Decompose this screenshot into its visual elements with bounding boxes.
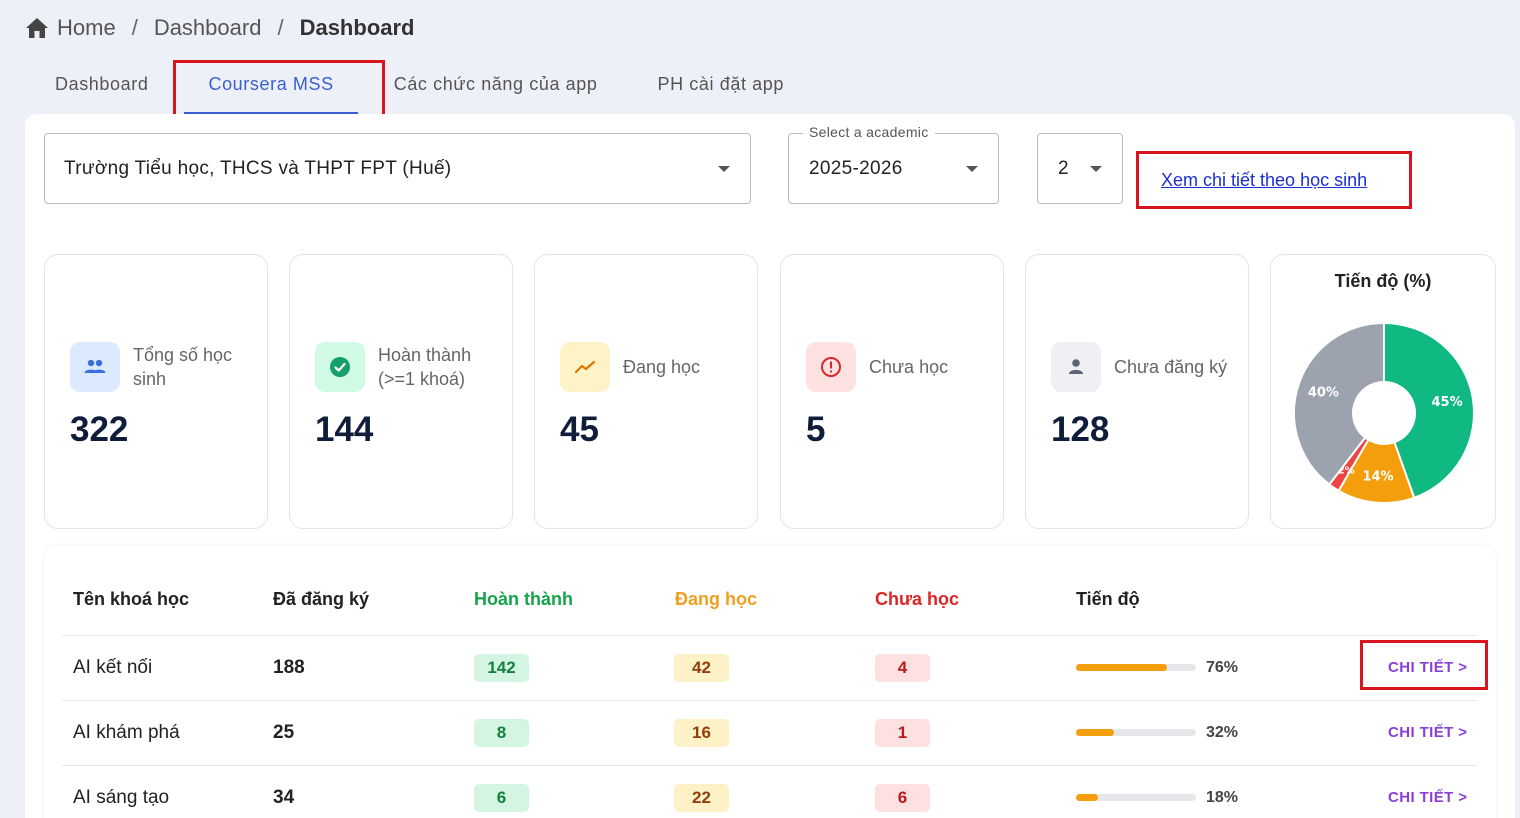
course-name: AI sáng tạo [73,787,170,808]
breadcrumb-dashboard[interactable]: Dashboard [154,15,262,41]
not-started-badge: 6 [875,784,930,812]
school-select-value: Trường Tiểu học, THCS và THPT FPT (Huế) [64,157,452,179]
stat-value: 322 [70,410,129,449]
breadcrumb-separator: / [277,15,284,40]
chevron-down-icon [966,165,978,172]
progress-bar [1076,729,1196,736]
progress-percent: 32% [1206,724,1239,741]
registered-count: 188 [273,657,305,678]
stat-value: 45 [560,410,599,449]
breadcrumb-separator: / [131,15,138,40]
progress-percent: 18% [1206,789,1239,806]
breadcrumb-current: Dashboard [299,15,415,40]
row-divider [62,765,1477,766]
not-started-badge: 1 [875,719,930,747]
registered-count: 25 [273,722,295,743]
completed-badge: 8 [474,719,529,747]
course-name: AI khám phá [73,722,180,743]
users-icon [70,342,120,392]
academic-year-legend: Select a academic [803,124,935,140]
course-detail-button[interactable]: CHI TIẾT > [1388,789,1467,806]
progress-pie-chart: 45%14%2%40% [1293,321,1475,504]
row-divider [62,635,1477,636]
trending-icon [560,342,610,392]
term-select[interactable]: 2 [1037,133,1123,204]
stat-card-unregistered: Chưa đăng ký 128 [1025,254,1249,529]
progress-bar [1076,664,1196,671]
progress-chart-card: Tiến độ (%) 45% 14% 2% 40% [1270,254,1496,529]
header-completed: Hoàn thành [474,589,573,609]
breadcrumb-home[interactable]: Home [57,15,116,41]
studying-badge: 22 [674,784,729,812]
progress-bar-fill [1076,729,1115,736]
header-registered: Đã đăng ký [273,589,370,609]
stat-value: 5 [806,410,826,449]
header-not-started: Chưa học [875,589,960,609]
header-course: Tên khoá học [73,589,190,609]
tab-coursera-mss[interactable]: Coursera MSS [178,62,363,114]
stat-label: Hoàn thành (>=1 khoá) [378,345,472,389]
student-detail-link[interactable]: Xem chi tiết theo học sinh [1161,170,1367,191]
stat-card-total: Tổng số học sinh 322 [44,254,268,529]
completed-badge: 6 [474,784,529,812]
pie-label-4: 40% [1308,385,1339,400]
home-icon[interactable] [25,17,49,39]
alert-circle-icon [806,342,856,392]
breadcrumb: Home / Dashboard / Dashboard [25,12,415,44]
completed-badge: 142 [474,654,529,682]
progress-bar-fill [1076,664,1168,671]
school-select[interactable]: Trường Tiểu học, THCS và THPT FPT (Huế) [44,133,751,204]
chevron-down-icon [1090,165,1102,172]
tab-dashboard[interactable]: Dashboard [25,62,178,112]
header-studying: Đang học [675,589,758,609]
stat-card-not-started: Chưa học 5 [780,254,1004,529]
studying-badge: 42 [674,654,729,682]
row-divider [62,700,1477,701]
course-detail-button[interactable]: CHI TIẾT > [1388,659,1467,676]
not-started-badge: 4 [875,654,930,682]
tab-bar: Dashboard Coursera MSS Các chức năng của… [25,62,814,114]
tab-app-functions[interactable]: Các chức năng của app [364,62,628,112]
academic-year-select[interactable]: Select a academic 2025-2026 [788,124,999,204]
stat-card-completed: Hoàn thành (>=1 khoá) 144 [289,254,513,529]
term-value: 2 [1058,157,1069,179]
stat-label: Đang học [623,357,701,377]
stat-value: 128 [1051,410,1110,449]
academic-year-value: 2025-2026 [809,157,903,179]
progress-bar [1076,794,1196,801]
chevron-down-icon [718,165,730,172]
header-progress: Tiến độ [1076,589,1140,609]
person-icon [1051,342,1101,392]
course-name: AI kết nối [73,657,153,678]
progress-bar-fill [1076,794,1098,801]
studying-badge: 16 [674,719,729,747]
course-detail-button[interactable]: CHI TIẾT > [1388,724,1467,741]
stat-card-studying: Đang học 45 [534,254,758,529]
pie-label-1: 45% [1432,395,1463,410]
course-table [44,546,1496,818]
registered-count: 34 [273,787,295,808]
check-circle-icon [315,342,365,392]
stat-label: Chưa học [869,357,949,377]
pie-label-2: 14% [1362,470,1393,485]
tab-parent-app-install[interactable]: PH cài đặt app [628,62,814,112]
progress-percent: 76% [1206,659,1239,676]
stat-value: 144 [315,410,374,449]
stat-label: Tổng số học sinh [133,345,233,389]
stat-label: Chưa đăng ký [1114,357,1228,377]
